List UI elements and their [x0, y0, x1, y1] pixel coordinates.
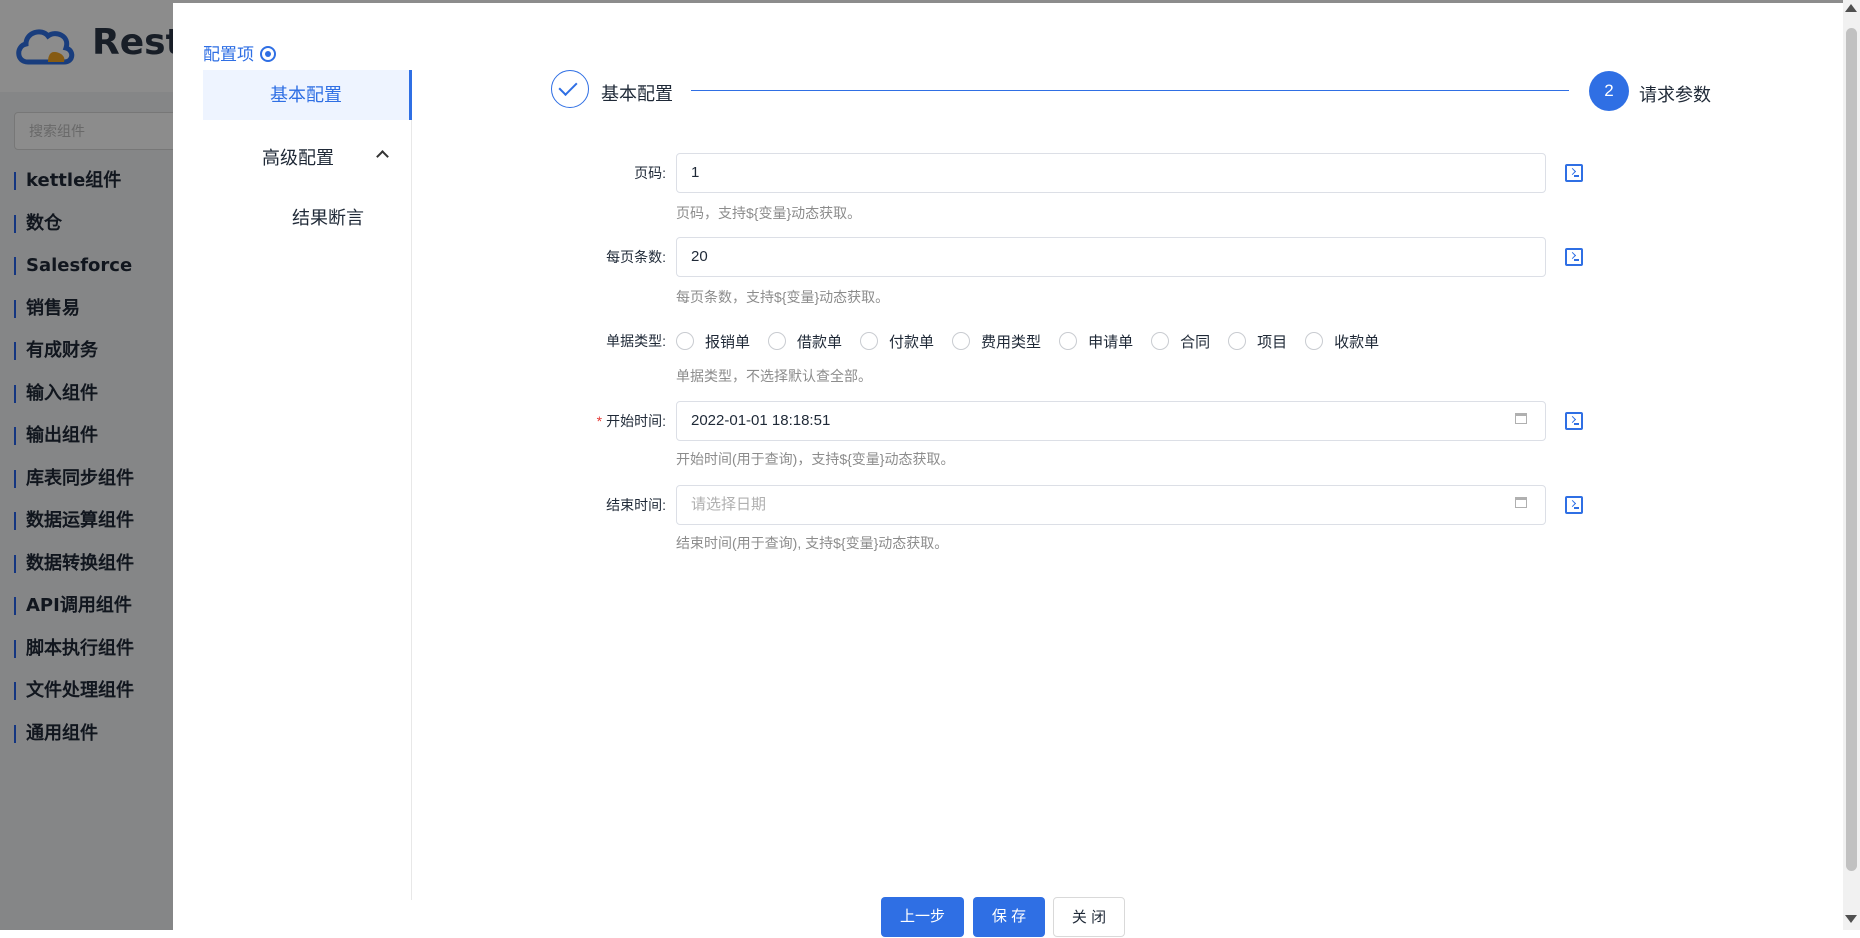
radio-label: 申请单 — [1088, 333, 1134, 351]
radio-circle[interactable] — [676, 332, 694, 350]
end-time-picker[interactable]: 请选择日期 — [676, 485, 1546, 525]
page-hint: 页码，支持${变量}动态获取。 — [676, 205, 862, 221]
doc-type-option[interactable]: 合同 — [1151, 331, 1210, 352]
radio-label: 报销单 — [705, 333, 751, 351]
radio-circle[interactable] — [1059, 332, 1078, 350]
start-time-label-text: 开始时间: — [606, 413, 666, 429]
nav-item-basic[interactable]: 基本配置 — [203, 70, 412, 120]
doc-type-hint: 单据类型，不选择默认查全部。 — [676, 368, 872, 384]
start-time-hint: 开始时间(用于查询)，支持${变量}动态获取。 — [676, 451, 955, 467]
radio-circle[interactable] — [1151, 332, 1170, 350]
config-title-text: 配置项 — [203, 45, 254, 64]
save-button[interactable]: 保 存 — [973, 897, 1045, 937]
variable-icon[interactable] — [1565, 248, 1583, 266]
radio-circle[interactable] — [768, 332, 787, 350]
variable-icon[interactable] — [1565, 412, 1583, 430]
radio-label: 费用类型 — [981, 333, 1042, 351]
radio-label: 项目 — [1257, 333, 1288, 351]
doc-type-option[interactable]: 借款单 — [768, 331, 842, 352]
end-time-hint: 结束时间(用于查询), 支持${变量}动态获取。 — [676, 535, 949, 551]
required-mark: * — [596, 413, 603, 429]
start-time-label: * 开始时间: — [546, 411, 666, 431]
page-size-hint: 每页条数，支持${变量}动态获取。 — [676, 289, 890, 305]
radio-label: 借款单 — [797, 333, 843, 351]
calendar-icon[interactable] — [1515, 413, 1527, 424]
prev-step-button[interactable]: 上一步 — [881, 897, 964, 937]
doc-type-option[interactable]: 申请单 — [1059, 331, 1133, 352]
variable-icon[interactable] — [1565, 164, 1583, 182]
step-2-label: 请求参数 — [1639, 85, 1711, 105]
close-button[interactable]: 关 闭 — [1053, 897, 1125, 937]
radio-label: 收款单 — [1334, 333, 1380, 351]
start-time-picker[interactable]: 2022-01-01 18:18:51 — [676, 401, 1546, 441]
scrollbar-thumb[interactable] — [1846, 28, 1857, 871]
radio-label: 付款单 — [889, 333, 935, 351]
settings-icon[interactable] — [260, 46, 276, 62]
step-2-circle: 2 — [1589, 71, 1629, 111]
variable-icon[interactable] — [1565, 496, 1583, 514]
end-time-label: 结束时间: — [606, 497, 666, 513]
radio-label: 合同 — [1180, 333, 1211, 351]
scroll-down-arrow-icon[interactable] — [1845, 915, 1857, 923]
step-1-label: 基本配置 — [601, 84, 673, 104]
scroll-up-arrow-icon[interactable] — [1845, 4, 1857, 12]
step-connector — [691, 90, 1569, 91]
page-label: 页码: — [634, 165, 666, 181]
radio-circle[interactable] — [860, 332, 879, 350]
radio-circle[interactable] — [952, 332, 971, 350]
doc-type-radio-group: 报销单 借款单 付款单 费用类型 申请单 合同 项目 收款单 — [676, 330, 1397, 352]
nav-divider — [411, 70, 412, 900]
doc-type-option[interactable]: 项目 — [1228, 331, 1287, 352]
doc-type-option[interactable]: 费用类型 — [952, 331, 1041, 352]
page-input[interactable]: 1 — [676, 153, 1546, 193]
doc-type-option[interactable]: 付款单 — [860, 331, 934, 352]
radio-circle[interactable] — [1305, 332, 1324, 350]
calendar-icon[interactable] — [1515, 497, 1527, 508]
config-drawer — [173, 3, 1845, 930]
nav-item-assert[interactable]: 结果断言 — [292, 204, 364, 230]
page-size-input[interactable]: 20 — [676, 237, 1546, 277]
page-size-label: 每页条数: — [606, 249, 666, 265]
doc-type-option[interactable]: 报销单 — [676, 331, 750, 352]
nav-item-advanced[interactable]: 高级配置 — [262, 144, 334, 170]
config-title: 配置项 — [203, 40, 276, 65]
radio-circle[interactable] — [1228, 332, 1247, 350]
doc-type-label: 单据类型: — [606, 333, 666, 349]
doc-type-option[interactable]: 收款单 — [1305, 331, 1379, 352]
